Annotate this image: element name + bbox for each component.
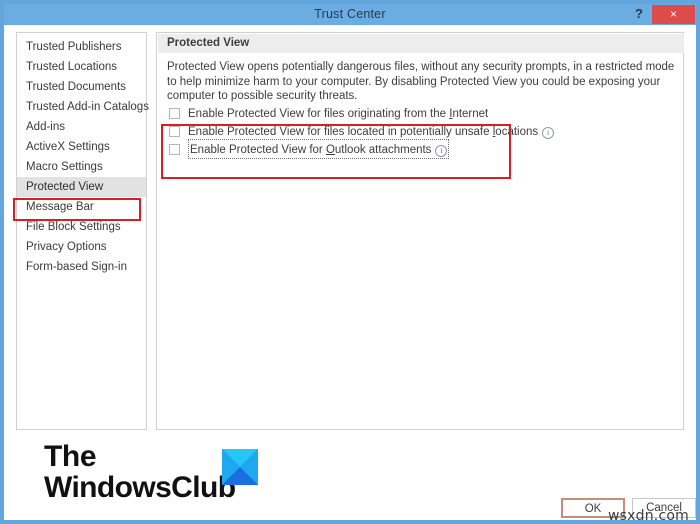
checkbox[interactable] — [169, 107, 180, 119]
section-description: Protected View opens potentially dangero… — [167, 61, 675, 102]
accelerator-letter: O — [325, 144, 335, 156]
sidebar-item-privacy-options[interactable]: Privacy Options — [17, 237, 146, 257]
option-row[interactable]: Enable Protected View for files originat… — [169, 104, 669, 122]
sidebar-item-activex-settings[interactable]: ActiveX Settings — [17, 137, 146, 157]
windowsclub-watermark: The WindowsClub — [44, 441, 274, 516]
option-label: Enable Protected View for files originat… — [188, 108, 489, 120]
category-list-inner: Trusted Publishers Trusted Locations Trust… — [17, 33, 149, 277]
title-bar: Trust Center ? × — [4, 4, 696, 25]
sidebar-item-message-bar[interactable]: Message Bar — [17, 197, 146, 217]
help-icon[interactable]: ? — [628, 4, 650, 25]
option-label-wrap: Enable Protected View for files located … — [188, 122, 555, 140]
sidebar-item-add-ins[interactable]: Add-ins — [17, 117, 146, 137]
close-icon[interactable]: × — [652, 5, 695, 24]
option-label: Enable Protected View for Outlook attach… — [190, 144, 432, 156]
sidebar-item-trusted-locations[interactable]: Trusted Locations — [17, 57, 146, 77]
windowsclub-logo-icon — [222, 449, 258, 485]
window-title: Trust Center — [314, 7, 386, 21]
sidebar-item-macro-settings[interactable]: Macro Settings — [17, 157, 146, 177]
sidebar-item-trusted-publishers[interactable]: Trusted Publishers — [17, 37, 146, 57]
option-row[interactable]: Enable Protected View for files located … — [169, 122, 669, 140]
trust-center-dialog: Trust Center ? × Trusted Publishers Trust… — [0, 0, 700, 524]
settings-panel: Protected View Protected View opens pote… — [156, 32, 684, 430]
sidebar-item-protected-view[interactable]: Protected View — [17, 177, 146, 197]
sidebar-item-form-based-sign-in[interactable]: Form-based Sign-in — [17, 257, 146, 277]
option-label-wrap: Enable Protected View for Outlook attach… — [188, 139, 450, 159]
sidebar-item-trusted-add-in-catalogs[interactable]: Trusted Add-in Catalogs — [17, 97, 149, 117]
accelerator-letter: l — [492, 126, 496, 138]
checkbox[interactable] — [169, 143, 180, 155]
option-list: Enable Protected View for files originat… — [169, 104, 669, 159]
accelerator-letter: I — [449, 108, 453, 120]
section-header: Protected View — [158, 34, 684, 53]
logo-triangle-top — [222, 449, 258, 467]
category-list[interactable]: Trusted Publishers Trusted Locations Trust… — [16, 32, 149, 430]
info-icon[interactable]: i — [435, 145, 448, 157]
dialog-body: Trusted Publishers Trusted Locations Trust… — [4, 25, 696, 520]
site-watermark: wsxdn.com — [608, 508, 689, 524]
sidebar-item-trusted-documents[interactable]: Trusted Documents — [17, 77, 146, 97]
option-label: Enable Protected View for files located … — [188, 126, 539, 138]
sidebar-item-file-block-settings[interactable]: File Block Settings — [17, 217, 146, 237]
info-icon[interactable]: i — [542, 127, 555, 139]
checkbox[interactable] — [169, 125, 180, 137]
option-label-wrap: Enable Protected View for files originat… — [188, 104, 488, 122]
option-row[interactable]: Enable Protected View for Outlook attach… — [169, 139, 669, 159]
